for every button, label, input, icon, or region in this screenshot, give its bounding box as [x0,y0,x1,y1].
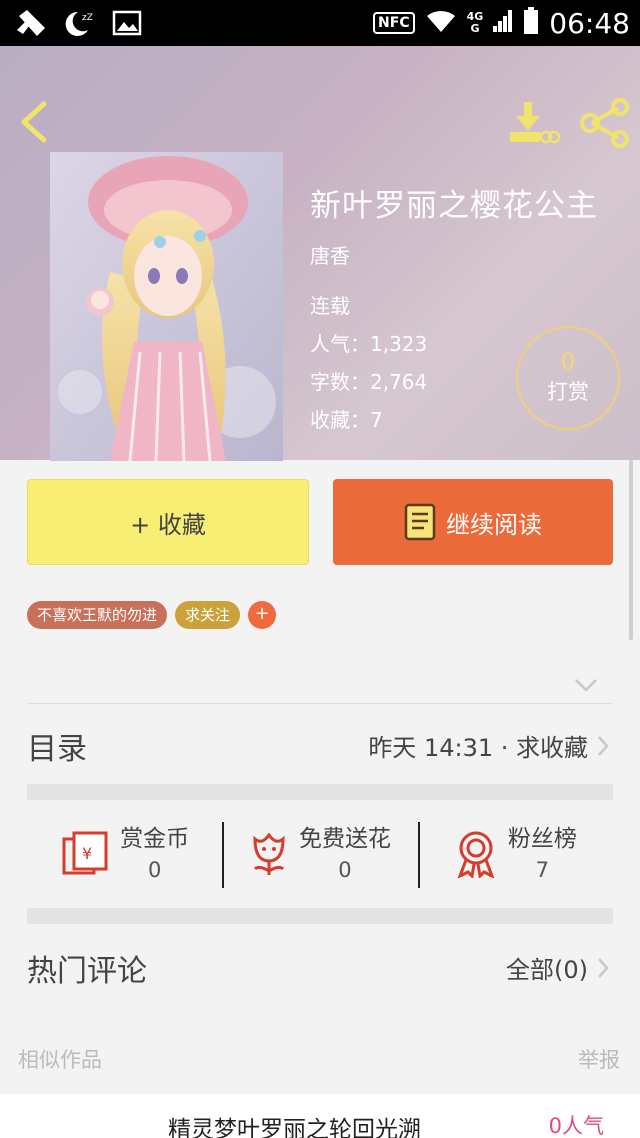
fan-ranking-text: 粉丝榜 7 [508,823,577,885]
app-notification-icon [14,8,48,38]
nfc-indicator: NFC [373,12,415,34]
share-icon [580,98,629,148]
stat-value: 0 [338,858,352,882]
add-favorite-button[interactable]: + 收藏 [27,479,309,565]
svg-text:zZ: zZ [82,13,93,23]
reward-coins-text: 赏金币 0 [120,823,189,885]
book-status: 连载 [310,294,350,318]
book-popularity: 人气：1,323 [310,332,428,356]
tip-count: 0 [561,350,575,375]
tag-list: 不喜欢王默的勿进 求关注 + [27,601,277,629]
stat-label: 赏金币 [120,826,190,852]
all-comments-text: 全部(0) [506,956,588,984]
section-separator [27,784,613,800]
image-icon [110,8,144,38]
download-icon [510,102,561,144]
toc-updated-text: 昨天 14:31 · 求收藏 [368,734,588,762]
red-envelope-icon: ¥ [62,831,108,875]
book-favorites: 收藏：7 [310,408,383,432]
all-comments-link[interactable]: 全部(0) [506,950,610,985]
flower-icon [253,832,285,875]
system-status: NFC 4G G 06:48 [373,6,630,40]
add-tag-button[interactable]: + [248,601,277,629]
tag-item[interactable]: 不喜欢王默的勿进 [27,601,168,629]
svg-text:¥: ¥ [82,844,92,863]
book-cover-image[interactable] [50,152,283,461]
book-header: 新叶罗丽之樱花公主 唐香 连载 人气：1,323 字数：2,764 收藏：7 0… [0,46,640,461]
tip-label: 打赏 [547,380,589,404]
tag-item[interactable]: 求关注 [175,601,241,629]
report-button[interactable]: 举报 [578,1044,620,1074]
tip-button[interactable]: 0 打赏 [516,326,620,430]
sleep-mode-icon: zZ [62,8,96,38]
scrollbar[interactable] [629,460,633,640]
battery-icon [523,7,539,39]
continue-reading-label: 继续阅读 [446,510,542,539]
wifi-icon [425,8,457,38]
download-button[interactable] [504,98,561,148]
similar-work-title: 精灵梦叶罗丽之轮回光溯 [168,1117,421,1138]
notification-icons: zZ [14,8,144,38]
status-bar: zZ NFC 4G G 06:48 [0,0,640,46]
chevron-left-icon [21,101,47,143]
similar-work-popularity: 0人气 [548,1114,604,1138]
share-button[interactable] [578,98,632,148]
stat-label: 免费送花 [298,826,391,852]
similar-works-label: 相似作品 [18,1048,102,1072]
free-flower-text: 免费送花 0 [299,823,391,885]
back-button[interactable] [14,98,58,146]
network-type: 4G G [467,11,484,35]
section-separator [27,908,613,924]
divider [27,703,613,704]
chevron-right-icon [598,735,609,756]
free-flower-button[interactable]: 免费送花 0 [222,818,417,890]
reward-coins-button[interactable]: ¥ 赏金币 0 [27,818,222,890]
network-g-label: G [470,22,480,35]
medal-icon [457,831,495,878]
similar-work-item[interactable]: 精灵梦叶罗丽之轮回光溯 0人气 [0,1094,640,1138]
book-icon [404,503,436,541]
chevron-down-icon[interactable] [572,674,600,696]
book-word-count: 字数：2,764 [310,370,428,394]
stat-value: 0 [147,858,162,882]
signal-icon [493,8,513,38]
hot-comments-title: 热门评论 [27,954,147,989]
fan-ranking-button[interactable]: 粉丝榜 7 [417,818,613,890]
toc-latest[interactable]: 昨天 14:31 · 求收藏 [368,728,610,763]
stat-label: 粉丝榜 [507,826,577,852]
stats-row: ¥ 赏金币 0 免费送花 0 粉丝榜 7 [27,818,613,890]
chevron-right-icon [598,957,609,978]
toc-title[interactable]: 目录 [27,724,87,768]
continue-reading-button[interactable]: 继续阅读 [333,479,613,565]
stat-value: 7 [535,858,549,882]
book-title: 新叶罗丽之樱花公主 [310,188,598,224]
clock: 06:48 [549,6,630,40]
book-author[interactable]: 唐香 [310,240,350,269]
